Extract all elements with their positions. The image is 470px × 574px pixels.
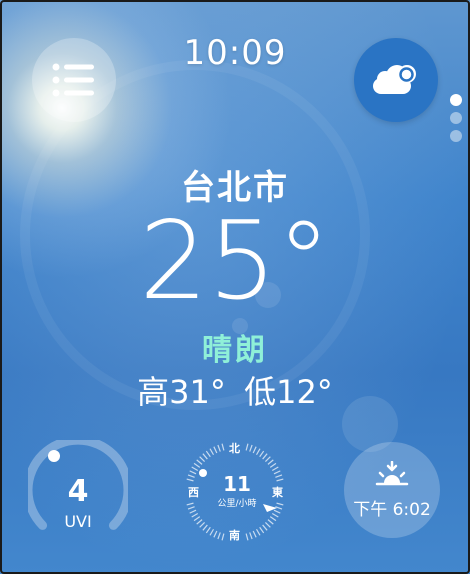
cloud-icon <box>373 65 416 94</box>
compass-tick <box>213 530 218 538</box>
weather-details-button[interactable] <box>354 38 438 122</box>
compass-tick <box>221 443 225 451</box>
compass-tick <box>245 533 249 541</box>
compass-tick <box>199 521 206 528</box>
compass-tick <box>262 524 268 531</box>
sunset-time: 下午 6:02 <box>353 499 431 520</box>
page-dot-2[interactable] <box>450 112 462 124</box>
compass-tick <box>267 459 274 465</box>
compass-tick <box>191 512 199 518</box>
sunset-icon <box>375 460 409 485</box>
current-temperature: 25° <box>139 199 331 324</box>
wind-speed-value: 11 <box>223 472 251 496</box>
compass-north: 北 <box>229 442 240 455</box>
compass-tick <box>259 450 265 458</box>
compass-tick <box>264 521 271 528</box>
compass-tick <box>193 516 201 522</box>
compass-tick <box>273 509 281 514</box>
compass-tick <box>202 524 208 531</box>
compass-tick <box>255 448 261 456</box>
compass-tick <box>271 512 279 518</box>
compass-tick <box>255 528 261 536</box>
compass-tick <box>271 466 279 472</box>
compass-tick <box>193 462 201 468</box>
compass-tick <box>262 453 268 460</box>
uv-gauge-marker <box>48 450 60 462</box>
compass-tick <box>209 448 215 456</box>
page-dot-1[interactable] <box>450 94 462 106</box>
page-indicator[interactable] <box>450 94 462 148</box>
compass-tick <box>199 456 206 463</box>
compass-tick <box>249 532 253 540</box>
compass-tick <box>191 466 199 472</box>
compass-tick <box>205 526 211 534</box>
page-dot-3[interactable] <box>450 130 462 142</box>
compass-tick <box>259 526 265 534</box>
compass-tick <box>264 456 271 463</box>
compass-tick <box>267 519 274 525</box>
sunset-widget[interactable]: 下午 6:02 <box>344 442 440 538</box>
uv-index-label: UVI <box>64 512 92 531</box>
compass-tick <box>209 528 215 536</box>
uv-index-value: 4 <box>67 474 89 509</box>
compass-tick <box>213 446 218 454</box>
compass-tick <box>269 516 277 522</box>
compass-tick <box>196 459 203 465</box>
menu-list-icon <box>52 63 94 97</box>
high-low-temperature: 高31° 低12° <box>0 367 470 413</box>
compass-tick <box>202 453 208 460</box>
compass-tick <box>189 509 197 514</box>
menu-button[interactable] <box>32 38 116 122</box>
compass-tick <box>252 446 257 454</box>
compass-tick <box>205 450 211 458</box>
compass-tick <box>217 532 221 540</box>
compass-tick <box>249 444 253 452</box>
compass-tick <box>217 444 221 452</box>
compass-south: 南 <box>229 529 240 542</box>
low-temperature: 低12° <box>244 373 333 411</box>
compass-tick <box>252 530 257 538</box>
wind-speed-unit: 公里/小時 <box>217 499 257 509</box>
compass-tick <box>269 462 277 468</box>
compass-tick <box>196 519 203 525</box>
compass-tick <box>245 443 249 451</box>
compass-tick <box>221 533 225 541</box>
weather-condition: 晴朗 <box>202 333 268 368</box>
high-temperature: 高31° <box>137 373 226 411</box>
